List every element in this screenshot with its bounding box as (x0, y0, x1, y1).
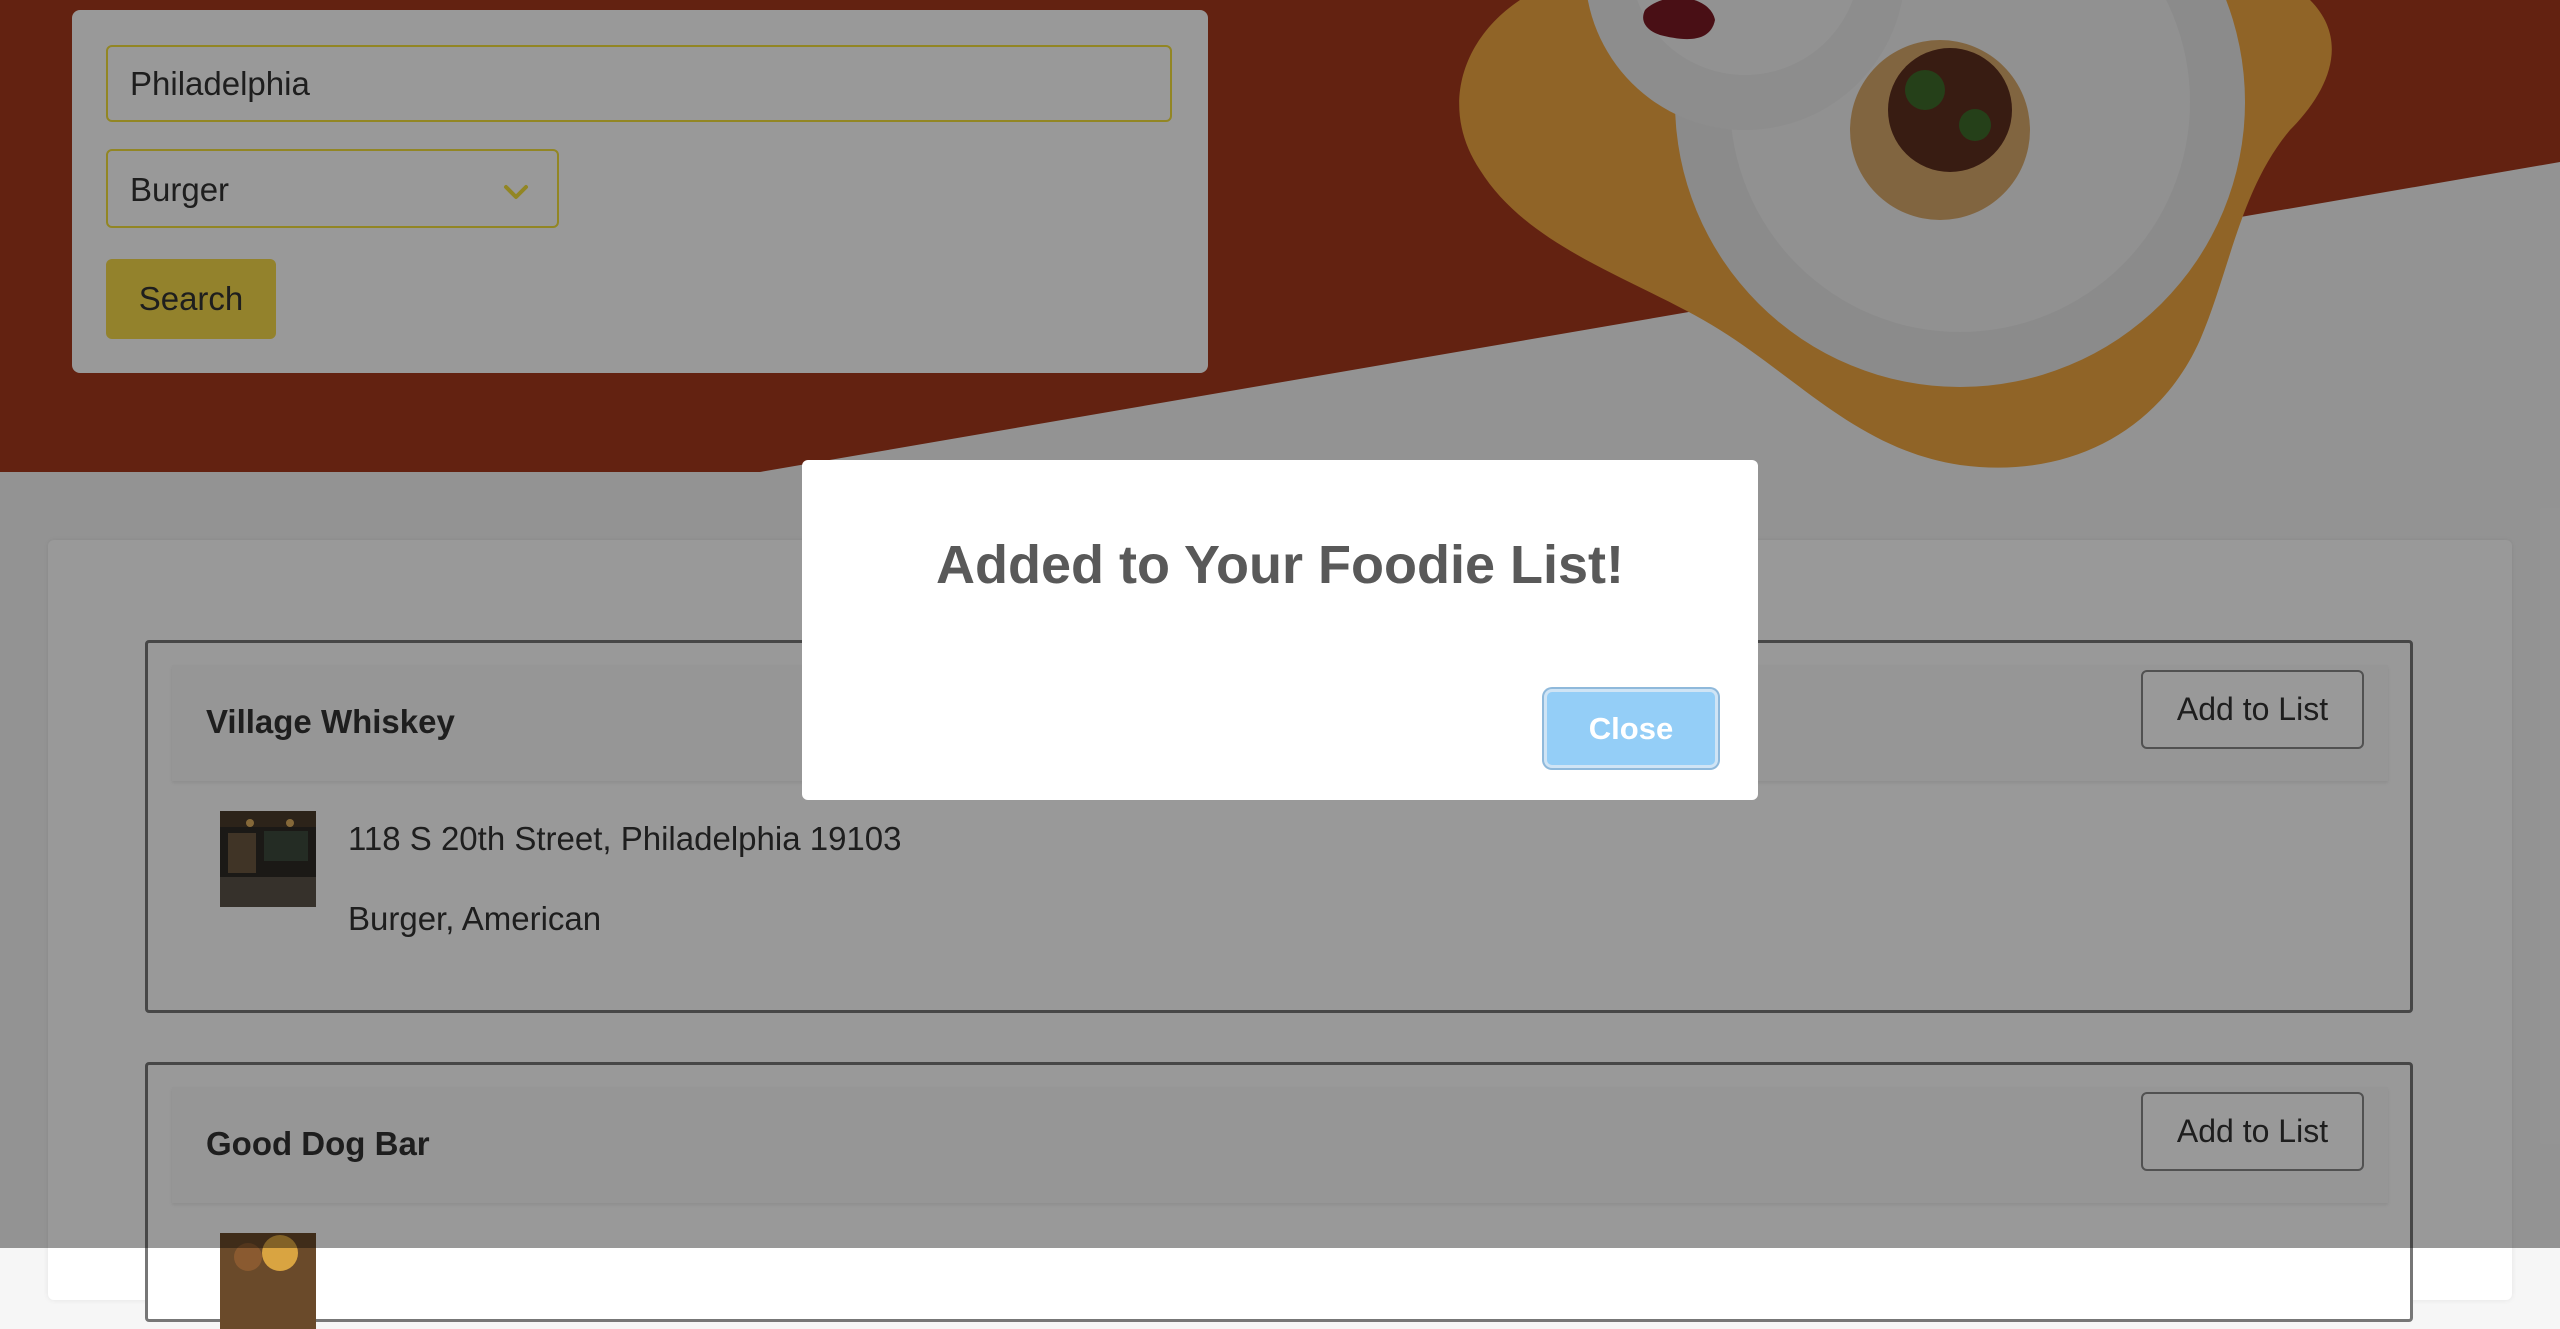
close-button[interactable]: Close (1544, 689, 1718, 768)
confirmation-modal: Added to Your Foodie List! Close (802, 460, 1758, 800)
modal-title: Added to Your Foodie List! (936, 535, 1624, 595)
